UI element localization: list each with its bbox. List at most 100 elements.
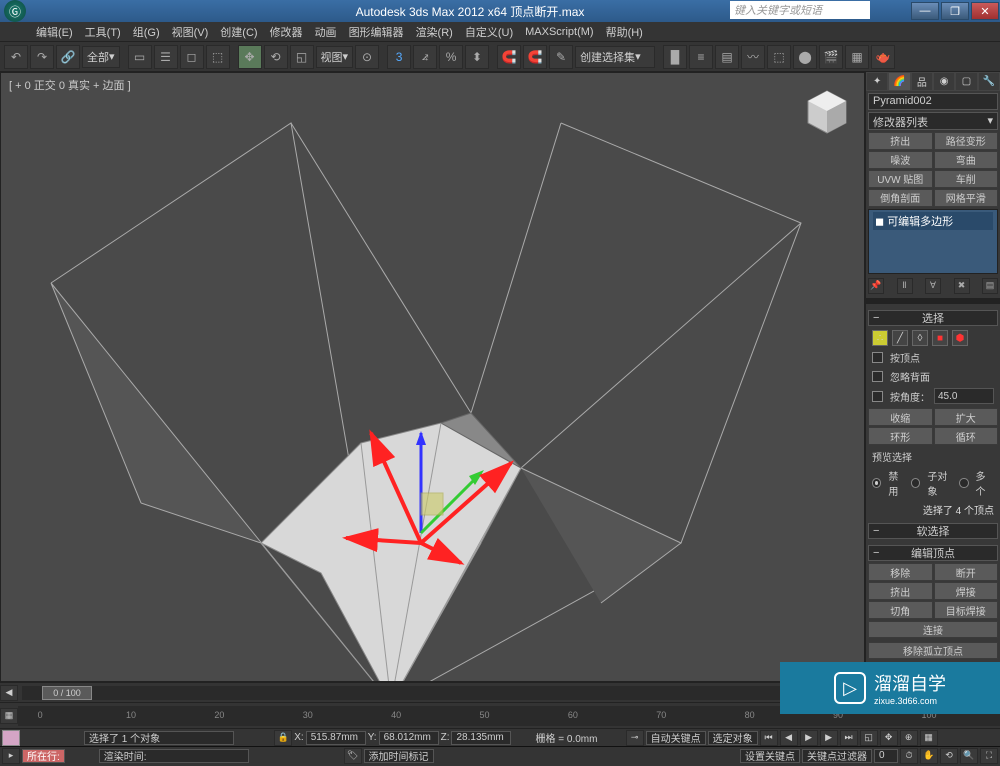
rollout-selection[interactable]: 选择 — [868, 310, 998, 326]
select-region-button[interactable]: ◻ — [180, 45, 204, 69]
modifier-stack[interactable]: ◼ 可编辑多边形 — [868, 209, 998, 274]
grow-button[interactable]: 扩大 — [934, 408, 999, 426]
pin-stack-button[interactable]: 📌 — [868, 278, 884, 294]
display-tab[interactable]: ▢ — [955, 72, 977, 91]
angle-spinner[interactable]: 45.0 — [934, 388, 994, 404]
viewport-nav3[interactable]: ▦ — [920, 730, 938, 746]
break-button[interactable]: 断开 — [934, 563, 999, 581]
timeline-left-button[interactable]: ◀ — [0, 685, 18, 701]
curve-editor-button[interactable]: 〰 — [741, 45, 765, 69]
snap-toggle[interactable]: 3 — [387, 45, 411, 69]
prompt-button[interactable]: ▸ — [2, 748, 20, 764]
rollout-soft-selection[interactable]: 软选择 — [868, 523, 998, 539]
help-search-input[interactable]: 键入关键字或短语 — [730, 1, 870, 19]
menu-graph-editors[interactable]: 图形编辑器 — [343, 24, 410, 40]
subobj-vertex[interactable]: ∴ — [872, 330, 888, 346]
layer-button[interactable]: ▤ — [715, 45, 739, 69]
percent-snap-button[interactable]: % — [439, 45, 463, 69]
menu-maxscript[interactable]: MAXScript(M) — [519, 26, 599, 38]
goto-end-button[interactable]: ⏭ — [840, 730, 858, 746]
shrink-button[interactable]: 收缩 — [868, 408, 933, 426]
time-handle[interactable]: 0 / 100 — [42, 686, 92, 700]
preset-meshsmooth[interactable]: 网格平滑 — [934, 189, 999, 207]
align-button[interactable]: ≡ — [689, 45, 713, 69]
remove-modifier-button[interactable]: ✖ — [954, 278, 970, 294]
max-viewport-button[interactable]: ⛶ — [980, 748, 998, 764]
preset-bend[interactable]: 弯曲 — [934, 151, 999, 169]
preset-pathdeform[interactable]: 路径变形 — [934, 132, 999, 150]
remove-iso-button[interactable]: 移除孤立顶点 — [868, 642, 998, 659]
menu-rendering[interactable]: 渲染(R) — [410, 24, 459, 40]
pan-view-button[interactable]: ✋ — [920, 748, 938, 764]
by-vertex-checkbox[interactable] — [872, 352, 883, 363]
magnet-button[interactable]: 🧲 — [497, 45, 521, 69]
ref-coord-dropdown[interactable]: 视图 ▾ — [316, 46, 354, 68]
scale-button[interactable]: ◱ — [290, 45, 314, 69]
menu-modifiers[interactable]: 修改器 — [264, 24, 309, 40]
auto-key-button[interactable]: 自动关键点 — [646, 731, 706, 745]
schematic-button[interactable]: ⬚ — [767, 45, 791, 69]
menu-customize[interactable]: 自定义(U) — [459, 24, 519, 40]
preview-off-radio[interactable] — [872, 478, 881, 488]
filter-dropdown[interactable]: 全部 ▾ — [82, 46, 120, 68]
motion-tab[interactable]: ◉ — [933, 72, 955, 91]
loop-button[interactable]: 循环 — [934, 427, 999, 445]
close-button[interactable]: ✕ — [971, 2, 999, 20]
extrude-button[interactable]: 挤出 — [868, 582, 933, 600]
select-button[interactable]: ▭ — [128, 45, 152, 69]
show-end-result-button[interactable]: Ⅱ — [897, 278, 913, 294]
preset-bevelprofile[interactable]: 倒角剖面 — [868, 189, 933, 207]
ignore-backface-checkbox[interactable] — [872, 371, 883, 382]
maximize-button[interactable]: ❐ — [941, 2, 969, 20]
redo-button[interactable]: ↷ — [30, 45, 54, 69]
magnet2-button[interactable]: 🧲 — [523, 45, 547, 69]
target-weld-button[interactable]: 目标焊接 — [934, 601, 999, 619]
create-tab[interactable]: ✦ — [866, 72, 888, 91]
ring-button[interactable]: 环形 — [868, 427, 933, 445]
z-coord-field[interactable]: 28.135mm — [451, 731, 511, 745]
rotate-button[interactable]: ⟲ — [264, 45, 288, 69]
zoom-button[interactable]: 🔍 — [960, 748, 978, 764]
preset-noise[interactable]: 噪波 — [868, 151, 933, 169]
viewport-nav2[interactable]: ⊕ — [900, 730, 918, 746]
preset-lathe[interactable]: 车削 — [934, 170, 999, 188]
menu-animation[interactable]: 动画 — [309, 24, 343, 40]
stack-editable-poly[interactable]: ◼ 可编辑多边形 — [873, 212, 993, 230]
material-editor-button[interactable]: ⬤ — [793, 45, 817, 69]
add-time-tag-button[interactable]: 添加时间标记 — [364, 749, 434, 763]
select-name-button[interactable]: ☰ — [154, 45, 178, 69]
named-selection-dropdown[interactable]: 创建选择集 ▾ — [575, 46, 655, 68]
x-coord-field[interactable]: 515.87mm — [306, 731, 366, 745]
subobj-border[interactable]: ◊ — [912, 330, 928, 346]
trackbar-open-button[interactable]: ▦ — [0, 708, 18, 724]
app-icon[interactable]: Ⓖ — [4, 0, 26, 22]
menu-tools[interactable]: 工具(T) — [79, 24, 127, 40]
maxscript-listener[interactable]: 所在行: — [22, 749, 65, 763]
minimize-button[interactable]: — — [911, 2, 939, 20]
subobj-element[interactable]: ⬢ — [952, 330, 968, 346]
key-mode-button[interactable]: ⊸ — [626, 730, 644, 746]
menu-group[interactable]: 组(G) — [127, 24, 166, 40]
viewport-nav1[interactable]: ✥ — [880, 730, 898, 746]
menu-edit[interactable]: 编辑(E) — [30, 24, 79, 40]
edit-named-sel-button[interactable]: ✎ — [549, 45, 573, 69]
move-button[interactable]: ✥ — [238, 45, 262, 69]
subobj-edge[interactable]: ╱ — [892, 330, 908, 346]
utilities-tab[interactable]: 🔧 — [978, 72, 1000, 91]
configure-sets-button[interactable]: ▤ — [982, 278, 998, 294]
play-button[interactable]: ▶ — [800, 730, 818, 746]
menu-create[interactable]: 创建(C) — [214, 24, 263, 40]
modifier-list-dropdown[interactable]: 修改器列表▾ — [868, 112, 998, 130]
window-crossing-button[interactable]: ⬚ — [206, 45, 230, 69]
render-button[interactable]: 🫖 — [871, 45, 895, 69]
chamfer-button[interactable]: 切角 — [868, 601, 933, 619]
make-unique-button[interactable]: ∀ — [925, 278, 941, 294]
prev-frame-button[interactable]: ◀ — [780, 730, 798, 746]
time-config-button[interactable]: ⏱ — [900, 748, 918, 764]
preview-subobj-radio[interactable] — [911, 478, 920, 488]
hierarchy-tab[interactable]: 品 — [911, 72, 933, 91]
set-key-button[interactable]: 设置关键点 — [740, 749, 800, 763]
viewport[interactable]: [ + 0 正交 0 真实 + 边面 ] — [0, 72, 865, 682]
spinner-snap-button[interactable]: ⬍ — [465, 45, 489, 69]
rollout-edit-vertices[interactable]: 编辑顶点 — [868, 545, 998, 561]
